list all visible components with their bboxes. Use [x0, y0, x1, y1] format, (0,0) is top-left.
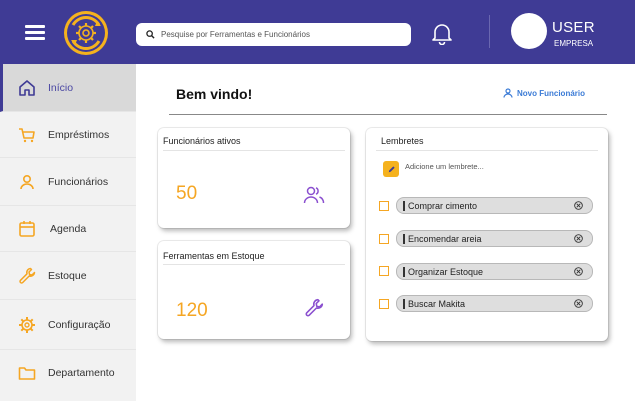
page-title: Bem vindo!: [176, 86, 253, 102]
sidebar-item-emprestimos[interactable]: Empréstimos: [0, 112, 136, 158]
card-divider: [163, 150, 345, 151]
bell-icon[interactable]: [431, 21, 453, 46]
card-divider: [376, 150, 598, 151]
tools-in-stock-count: 120: [176, 300, 208, 321]
home-icon: [18, 79, 36, 97]
sidebar-item-label: Início: [48, 81, 74, 94]
reminder-text: Buscar Makita: [408, 299, 466, 309]
list-item: Organizar Estoque: [396, 263, 593, 280]
reminder-checkbox[interactable]: [379, 266, 389, 276]
avatar[interactable]: [511, 13, 547, 49]
reminder-checkbox[interactable]: [379, 299, 389, 309]
gear-logo-icon[interactable]: [63, 10, 109, 56]
sidebar-item-inicio[interactable]: Início: [0, 64, 136, 112]
cart-icon: [18, 126, 36, 144]
new-employee-button[interactable]: Novo Funcionário: [503, 88, 585, 98]
user-name[interactable]: USER: [552, 19, 595, 36]
reminder-text: Comprar cimento: [408, 201, 478, 211]
gear-icon: [18, 316, 36, 334]
reminders-title: Lembretes: [381, 136, 424, 146]
close-icon[interactable]: [573, 266, 584, 277]
user-icon: [18, 173, 36, 191]
user-icon: [503, 88, 513, 98]
search-bar[interactable]: [136, 23, 411, 46]
hamburger-line: [25, 37, 45, 40]
add-reminder-button[interactable]: [383, 161, 399, 177]
list-item: Comprar cimento: [396, 197, 593, 214]
reminder-text: Encomendar areia: [408, 234, 482, 244]
sidebar-item-departamento[interactable]: Departamento: [0, 350, 136, 395]
sidebar-item-label: Empréstimos: [48, 128, 110, 141]
sidebar-item-funcionarios[interactable]: Funcionários: [0, 158, 136, 206]
hamburger-menu-button[interactable]: [25, 23, 45, 41]
folder-icon: [18, 364, 36, 382]
pill-marker: [403, 234, 405, 244]
card-title: Funcionários ativos: [163, 136, 241, 146]
search-icon: [146, 30, 155, 39]
wrench-icon: [18, 267, 36, 285]
hamburger-line: [25, 31, 45, 34]
list-item: Encomendar areia: [396, 230, 593, 247]
pill-marker: [403, 299, 405, 309]
pill-marker: [403, 267, 405, 277]
users-icon: [303, 185, 325, 210]
close-icon[interactable]: [573, 200, 584, 211]
sidebar-item-label: Departamento: [48, 366, 115, 379]
reminder-checkbox[interactable]: [379, 201, 389, 211]
card-divider: [163, 264, 345, 265]
new-employee-label: Novo Funcionário: [517, 88, 585, 98]
close-icon[interactable]: [573, 233, 584, 244]
sidebar-item-label: Configuração: [48, 318, 111, 331]
reminder-text: Organizar Estoque: [408, 267, 484, 277]
calendar-icon: [18, 220, 36, 238]
reminder-checkbox[interactable]: [379, 234, 389, 244]
sidebar-item-label: Estoque: [48, 269, 87, 282]
sidebar: Início Empréstimos Funcionários Agenda E…: [0, 64, 136, 401]
sidebar-item-label: Funcionários: [48, 175, 109, 188]
divider: [169, 114, 607, 115]
hamburger-line: [25, 25, 45, 28]
pencil-icon: [388, 165, 395, 172]
active-employees-count: 50: [176, 183, 198, 204]
user-company: EMPRESA: [554, 39, 594, 48]
reminder-input[interactable]: [405, 162, 585, 171]
sidebar-item-agenda[interactable]: Agenda: [0, 206, 136, 252]
sidebar-item-estoque[interactable]: Estoque: [0, 252, 136, 300]
search-input[interactable]: [161, 30, 401, 39]
close-icon[interactable]: [573, 298, 584, 309]
wrench-icon: [304, 298, 324, 323]
header-divider: [489, 15, 490, 48]
sidebar-item-label: Agenda: [50, 222, 87, 235]
pill-marker: [403, 201, 405, 211]
list-item: Buscar Makita: [396, 295, 593, 312]
sidebar-item-configuracao[interactable]: Configuração: [0, 300, 136, 350]
top-bar: USER EMPRESA: [0, 0, 635, 64]
card-title: Ferramentas em Estoque: [163, 251, 265, 261]
